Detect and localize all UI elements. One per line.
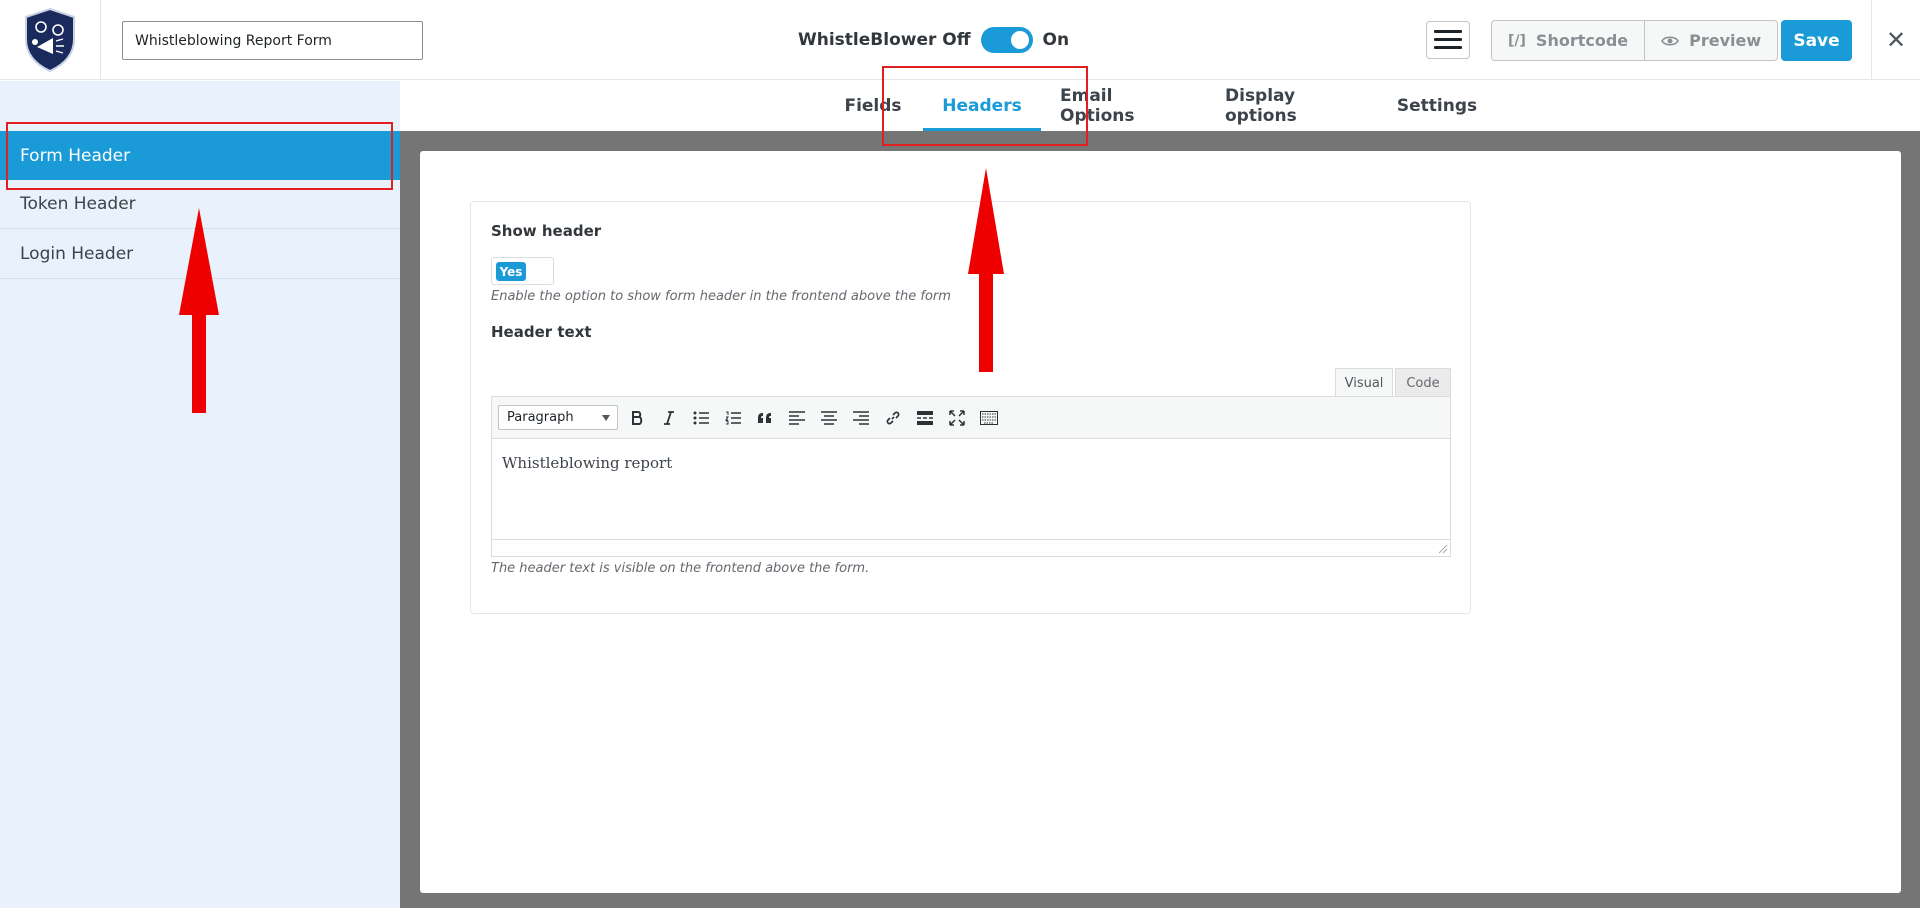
- blockquote-icon[interactable]: [753, 406, 777, 430]
- shortcode-button[interactable]: [/] Shortcode: [1492, 21, 1644, 60]
- whistleblower-switch[interactable]: [980, 27, 1033, 53]
- show-header-label: Show header: [491, 222, 602, 240]
- rich-text-editor: Paragraph Whistleblowing report: [491, 396, 1451, 557]
- hamburger-icon: [1434, 30, 1462, 49]
- eye-icon: [1661, 35, 1680, 46]
- switch-knob: [1010, 31, 1029, 49]
- close-button[interactable]: ✕: [1871, 0, 1920, 80]
- bullet-list-icon[interactable]: [689, 406, 713, 430]
- link-icon[interactable]: [881, 406, 905, 430]
- bold-icon[interactable]: [625, 406, 649, 430]
- annotation-arrow-up-icon: [179, 208, 219, 413]
- sidebar-item-label: Login Header: [20, 244, 134, 264]
- sidebar-item-label: Token Header: [20, 194, 136, 214]
- editor-tab-code[interactable]: Code: [1395, 368, 1451, 397]
- format-select[interactable]: Paragraph: [498, 405, 618, 430]
- editor-status-bar: [492, 539, 1450, 556]
- tab-bar: Fields Headers Email Options Display opt…: [400, 81, 1920, 131]
- read-more-icon[interactable]: [913, 406, 937, 430]
- shortcode-label: Shortcode: [1535, 31, 1629, 50]
- menu-button[interactable]: [1426, 21, 1470, 59]
- annotation-arrow-up-icon: [968, 168, 1004, 372]
- save-button[interactable]: Save: [1781, 20, 1852, 61]
- header-text-label: Header text: [491, 323, 592, 341]
- align-right-icon[interactable]: [849, 406, 873, 430]
- editor-content[interactable]: Whistleblowing report: [492, 440, 1450, 536]
- tab-settings[interactable]: Settings: [1397, 81, 1477, 130]
- preview-button[interactable]: Preview: [1644, 21, 1777, 60]
- fullscreen-icon[interactable]: [945, 406, 969, 430]
- close-icon: ✕: [1885, 26, 1907, 54]
- toolbar-toggle-icon[interactable]: [977, 406, 1001, 430]
- align-center-icon[interactable]: [817, 406, 841, 430]
- header-text-hint: The header text is visible on the fronte…: [491, 561, 870, 576]
- resize-handle-icon[interactable]: [1438, 544, 1448, 554]
- italic-icon[interactable]: [657, 406, 681, 430]
- shortcode-icon: [/]: [1508, 32, 1526, 49]
- editor-tab-visual[interactable]: Visual: [1335, 368, 1393, 397]
- whistleblower-toggle-group: WhistleBlower Off On: [798, 27, 1069, 53]
- align-left-icon[interactable]: [785, 406, 809, 430]
- show-header-yes: Yes: [496, 262, 526, 281]
- whistleblower-off-label: WhistleBlower Off: [798, 30, 971, 50]
- editor-toolbar: Paragraph: [492, 397, 1450, 439]
- show-header-toggle[interactable]: Yes: [491, 257, 554, 285]
- format-select-value: Paragraph: [507, 410, 574, 425]
- action-button-group: [/] Shortcode Preview: [1491, 20, 1779, 61]
- sidebar: Form Header Token Header Login Header: [0, 81, 400, 908]
- tab-display-options[interactable]: Display options: [1225, 81, 1365, 130]
- whistleblower-on-label: On: [1042, 30, 1070, 50]
- shield-logo-icon: [25, 7, 75, 73]
- numbered-list-icon[interactable]: [721, 406, 745, 430]
- form-title-input[interactable]: [122, 21, 423, 60]
- annotation-box-form-header: [6, 122, 393, 190]
- logo-cell: [0, 0, 101, 80]
- chevron-down-icon: [602, 415, 610, 421]
- annotation-box-headers-tab: [882, 66, 1088, 146]
- preview-label: Preview: [1689, 31, 1762, 50]
- show-header-hint: Enable the option to show form header in…: [491, 289, 951, 304]
